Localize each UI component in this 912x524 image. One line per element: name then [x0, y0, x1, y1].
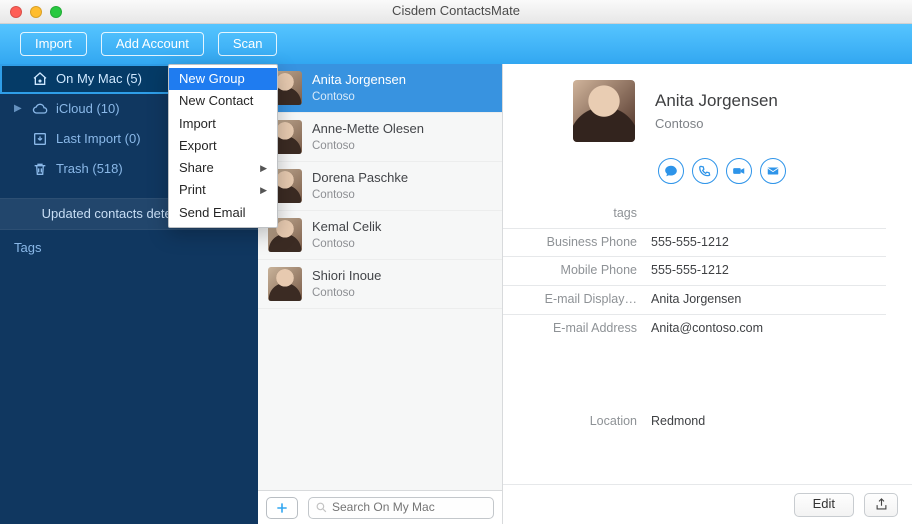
plus-icon: [274, 500, 290, 516]
contact-org: Contoso: [312, 188, 408, 202]
detail-row: LocationRedmond: [503, 408, 886, 436]
detail-row: E-mail Display…Anita Jorgensen: [503, 285, 886, 314]
detail-footer: Edit: [503, 484, 912, 524]
import-icon: [32, 131, 48, 147]
detail-row: tags: [503, 200, 886, 228]
sidebar-item-label: iCloud (10): [56, 101, 120, 117]
mail-icon: [766, 164, 780, 178]
contact-row[interactable]: Anne-Mette Olesen Contoso: [258, 113, 502, 162]
ctx-share[interactable]: Share▶: [169, 157, 277, 179]
window-zoom-button[interactable]: [50, 6, 62, 18]
window-traffic-lights: [10, 6, 62, 18]
scan-button[interactable]: Scan: [218, 32, 278, 56]
contact-row[interactable]: Shiori Inoue Contoso: [258, 260, 502, 309]
contact-name: Dorena Paschke: [312, 170, 408, 186]
contact-row[interactable]: Anita Jorgensen Contoso: [258, 64, 502, 113]
call-button[interactable]: [692, 158, 718, 184]
detail-label: Mobile Phone: [503, 263, 651, 279]
detail-label: E-mail Display…: [503, 292, 651, 308]
add-account-button[interactable]: Add Account: [101, 32, 204, 56]
contact-name: Anne-Mette Olesen: [312, 121, 424, 137]
submenu-icon: ▶: [260, 163, 267, 174]
detail-label: Business Phone: [503, 235, 651, 251]
disclosure-icon[interactable]: ▶: [14, 103, 24, 116]
home-icon: [32, 71, 48, 87]
detail-label: E-mail Address: [503, 321, 651, 337]
detail-value: 555-555-1212: [651, 235, 729, 251]
phone-icon: [698, 164, 712, 178]
sidebar-item-label: Trash (518): [56, 161, 123, 177]
avatar: [268, 267, 302, 301]
ctx-new-contact[interactable]: New Contact: [169, 90, 277, 112]
ctx-export[interactable]: Export: [169, 135, 277, 157]
ctx-import[interactable]: Import: [169, 113, 277, 135]
ctx-print[interactable]: Print▶: [169, 179, 277, 201]
window-titlebar: Cisdem ContactsMate: [0, 0, 912, 24]
contact-detail-pane: Anita Jorgensen Contoso tags Business Ph…: [503, 64, 912, 524]
message-button[interactable]: [658, 158, 684, 184]
detail-row: Business Phone555-555-1212: [503, 228, 886, 257]
trash-icon: [32, 161, 48, 177]
sidebar-item-label: Last Import (0): [56, 131, 141, 147]
window-title: Cisdem ContactsMate: [392, 3, 520, 19]
sidebar-item-label: On My Mac (5): [56, 71, 142, 87]
ctx-new-group[interactable]: New Group: [169, 68, 277, 90]
content-panes: On My Mac (5) ▶ iCloud (10) Last Import …: [0, 64, 912, 524]
detail-value: Anita Jorgensen: [651, 292, 741, 308]
share-button[interactable]: [864, 493, 898, 517]
detail-rows: tags Business Phone555-555-1212 Mobile P…: [503, 200, 886, 342]
search-input[interactable]: [332, 500, 487, 515]
detail-name: Anita Jorgensen: [655, 90, 778, 111]
share-icon: [874, 497, 889, 512]
detail-avatar: [573, 80, 635, 142]
contact-org: Contoso: [312, 90, 406, 104]
video-button[interactable]: [726, 158, 752, 184]
contact-org: Contoso: [312, 139, 424, 153]
detail-value: Anita@contoso.com: [651, 321, 763, 337]
add-contact-button[interactable]: [266, 497, 298, 519]
detail-row: Mobile Phone555-555-1212: [503, 256, 886, 285]
edit-button[interactable]: Edit: [794, 493, 854, 517]
cloud-icon: [32, 101, 48, 117]
email-button[interactable]: [760, 158, 786, 184]
contact-name: Anita Jorgensen: [312, 72, 406, 88]
window-close-button[interactable]: [10, 6, 22, 18]
search-field[interactable]: [308, 497, 494, 519]
contact-row[interactable]: Dorena Paschke Contoso: [258, 162, 502, 211]
sources-sidebar: On My Mac (5) ▶ iCloud (10) Last Import …: [0, 64, 258, 524]
detail-rows-2: LocationRedmond: [503, 408, 886, 436]
detail-value: 555-555-1212: [651, 263, 729, 279]
contact-name: Shiori Inoue: [312, 268, 381, 284]
message-icon: [664, 164, 678, 178]
detail-header: Anita Jorgensen Contoso: [503, 80, 886, 190]
contact-org: Contoso: [312, 237, 381, 251]
contact-org: Contoso: [312, 286, 381, 300]
context-menu: New Group New Contact Import Export Shar…: [168, 64, 278, 228]
detail-label: Location: [503, 414, 651, 430]
contacts-list: Anita Jorgensen Contoso Anne-Mette Olese…: [258, 64, 502, 490]
detail-value: Redmond: [651, 414, 705, 430]
detail-org: Contoso: [655, 116, 778, 132]
contacts-list-pane: Anita Jorgensen Contoso Anne-Mette Olese…: [258, 64, 503, 524]
import-button[interactable]: Import: [20, 32, 87, 56]
detail-label: tags: [503, 206, 651, 222]
contacts-list-footer: [258, 490, 502, 524]
video-icon: [732, 164, 746, 178]
window-minimize-button[interactable]: [30, 6, 42, 18]
ctx-send-email[interactable]: Send Email: [169, 202, 277, 224]
contact-row[interactable]: Kemal Celik Contoso: [258, 211, 502, 260]
contact-name: Kemal Celik: [312, 219, 381, 235]
tags-header: Tags: [0, 230, 258, 262]
search-icon: [315, 501, 328, 514]
detail-row: E-mail AddressAnita@contoso.com: [503, 314, 886, 343]
main-toolbar: Import Add Account Scan: [0, 24, 912, 64]
submenu-icon: ▶: [260, 185, 267, 196]
